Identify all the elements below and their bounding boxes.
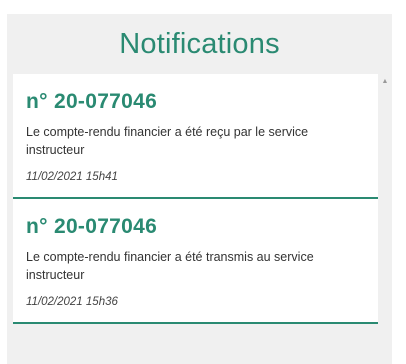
notification-title: n° 20-077046: [26, 90, 158, 113]
notification-date: 11/02/2021 15h41: [26, 171, 118, 183]
notification-title: n° 20-077046: [26, 215, 158, 238]
scroll-up-arrow-icon[interactable]: ▲: [380, 76, 390, 86]
notification-item[interactable]: n° 20-077046 Le compte-rendu financier a…: [13, 199, 378, 324]
notification-item[interactable]: n° 20-077046 Le compte-rendu financier a…: [13, 74, 378, 199]
notification-message: Le compte-rendu financier a été transmis…: [26, 250, 314, 282]
notification-date: 11/02/2021 15h36: [26, 296, 118, 308]
notification-list[interactable]: n° 20-077046 Le compte-rendu financier a…: [13, 74, 378, 364]
notification-message: Le compte-rendu financier a été reçu par…: [26, 125, 309, 157]
notifications-panel: Notifications ▲ n° 20-077046 Le compte-r…: [7, 14, 392, 364]
panel-title: Notifications: [119, 27, 280, 60]
